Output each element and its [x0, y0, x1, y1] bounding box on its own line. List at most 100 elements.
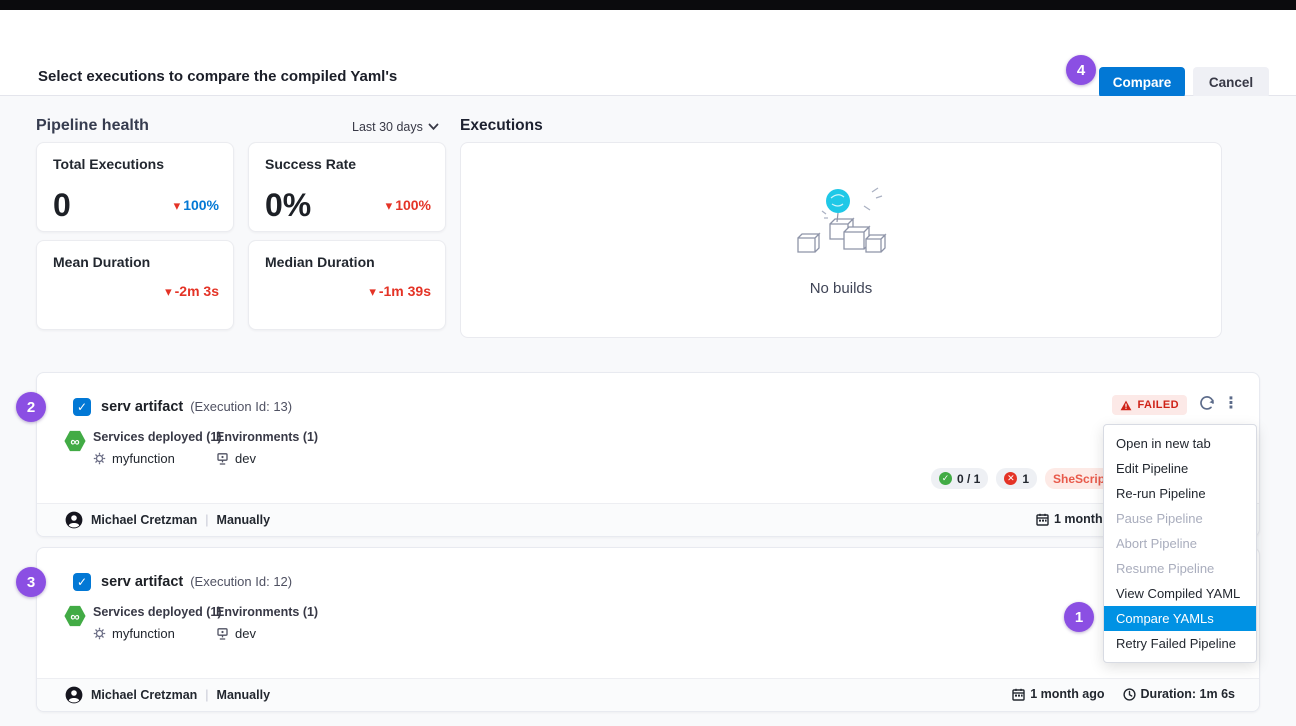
- success-count-pill: ✓ 0 / 1: [931, 468, 988, 489]
- metric-delta-value: 100%: [183, 197, 219, 213]
- check-icon: ✓: [77, 575, 87, 589]
- metric-delta-value: -2m 3s: [175, 283, 219, 299]
- metric-delta-value: -1m 39s: [379, 283, 431, 299]
- top-black-bar: [0, 0, 1296, 10]
- services-deployed-label: Services deployed (1): [93, 430, 222, 444]
- execution-card-13[interactable]: ✓ serv artifact (Execution Id: 13) ∞ Ser…: [36, 372, 1260, 537]
- status-label: FAILED: [1137, 399, 1179, 411]
- avatar: [65, 511, 83, 529]
- check-icon: ✓: [77, 400, 87, 414]
- more-options-icon[interactable]: ⋮: [1223, 392, 1237, 416]
- service-name[interactable]: myfunction: [112, 451, 175, 466]
- execution-time-duration: 1 month ago Duration: 1m 6s: [1012, 687, 1235, 701]
- services-deployed-block: Services deployed (1) myfunction: [93, 430, 222, 466]
- menu-item-abort-pipeline: Abort Pipeline: [1104, 531, 1256, 556]
- metric-card-success-rate: Success Rate 0% ▾ 100%: [248, 142, 446, 232]
- menu-item-resume-pipeline: Resume Pipeline: [1104, 556, 1256, 581]
- environments-label: Environments (1): [216, 605, 318, 619]
- time-label: 1 month ago: [1030, 687, 1104, 701]
- warning-triangle-icon: [1120, 400, 1132, 411]
- duration-label: Duration: 1m 6s: [1141, 687, 1235, 701]
- pipeline-name: serv artifact: [101, 574, 183, 590]
- execution-title[interactable]: serv artifact (Execution Id: 12): [101, 574, 292, 590]
- triangle-down-icon: ▾: [165, 285, 172, 298]
- compare-button[interactable]: Compare: [1099, 67, 1185, 98]
- triangle-down-icon: ▾: [174, 199, 181, 212]
- divider: |: [205, 688, 208, 702]
- trigger-type: Manually: [217, 688, 271, 702]
- metric-value: 0: [53, 189, 71, 221]
- cross-circle-icon: ✕: [1004, 472, 1017, 485]
- metric-card-total-executions: Total Executions 0 ▾ 100%: [36, 142, 234, 232]
- pipeline-name: serv artifact: [101, 399, 183, 415]
- annotation-badge-1: 1: [1064, 602, 1094, 632]
- stage-stats-row: ✓ 0 / 1 ✕ 1 SheScript: [931, 468, 1117, 489]
- execution-checkbox[interactable]: ✓: [73, 573, 91, 591]
- menu-item-pause-pipeline: Pause Pipeline: [1104, 506, 1256, 531]
- metric-delta: ▾ -2m 3s: [165, 283, 219, 299]
- service-name[interactable]: myfunction: [112, 626, 175, 641]
- divider: |: [205, 513, 208, 527]
- metric-delta-value: 100%: [395, 197, 431, 213]
- status-badge-failed: FAILED: [1112, 395, 1187, 415]
- execution-footer: Michael Cretzman | Manually 1 month ago: [37, 503, 1259, 536]
- execution-title[interactable]: serv artifact (Execution Id: 13): [101, 399, 292, 415]
- success-count: 0 / 1: [957, 472, 980, 486]
- no-builds-label: No builds: [810, 280, 873, 297]
- annotation-badge-4: 4: [1066, 55, 1096, 85]
- page-header: Select executions to compare the compile…: [0, 10, 1296, 96]
- executions-empty-panel: No builds: [460, 142, 1222, 338]
- menu-item-edit-pipeline[interactable]: Edit Pipeline: [1104, 456, 1256, 481]
- clock-icon: [1123, 688, 1136, 701]
- context-menu: Open in new tab Edit Pipeline Re-run Pip…: [1103, 424, 1257, 663]
- metric-card-mean-duration: Mean Duration ▾ -2m 3s: [36, 240, 234, 330]
- menu-item-view-compiled-yaml[interactable]: View Compiled YAML: [1104, 581, 1256, 606]
- cancel-button[interactable]: Cancel: [1193, 67, 1269, 98]
- executions-title: Executions: [460, 117, 543, 135]
- page-title: Select executions to compare the compile…: [38, 68, 397, 85]
- services-deployed-label: Services deployed (1): [93, 605, 222, 619]
- calendar-icon: [1036, 513, 1049, 526]
- failed-count: 1: [1022, 472, 1029, 486]
- metric-label: Total Executions: [53, 156, 164, 172]
- execution-id: (Execution Id: 13): [190, 399, 292, 414]
- chevron-down-icon: [428, 123, 439, 131]
- gear-icon: [93, 452, 106, 465]
- menu-item-open-in-new-tab[interactable]: Open in new tab: [1104, 431, 1256, 456]
- metric-label: Success Rate: [265, 156, 356, 172]
- execution-checkbox[interactable]: ✓: [73, 398, 91, 416]
- triangle-down-icon: ▾: [386, 199, 393, 212]
- failed-count-pill: ✕ 1: [996, 468, 1037, 489]
- avatar: [65, 686, 83, 704]
- compare-executions-screen: Select executions to compare the compile…: [0, 0, 1296, 726]
- check-circle-icon: ✓: [939, 472, 952, 485]
- environment-name[interactable]: dev: [235, 626, 256, 641]
- environments-block: Environments (1) dev: [216, 430, 318, 466]
- date-range-label: Last 30 days: [352, 120, 423, 134]
- retry-icon[interactable]: [1197, 393, 1217, 415]
- metric-delta: ▾ 100%: [386, 197, 431, 213]
- environment-icon: [216, 627, 229, 640]
- menu-item-rerun-pipeline[interactable]: Re-run Pipeline: [1104, 481, 1256, 506]
- no-builds-illustration: [786, 184, 896, 268]
- gear-icon: [93, 627, 106, 640]
- menu-item-retry-failed-pipeline[interactable]: Retry Failed Pipeline: [1104, 631, 1256, 656]
- services-deployed-block: Services deployed (1) myfunction: [93, 605, 222, 641]
- execution-footer: Michael Cretzman | Manually 1 month ago …: [37, 678, 1259, 711]
- annotation-badge-3: 3: [16, 567, 46, 597]
- triangle-down-icon: ▾: [369, 285, 376, 298]
- pipeline-health-title: Pipeline health: [36, 117, 149, 135]
- cd-module-icon: ∞: [64, 430, 86, 452]
- environments-block: Environments (1) dev: [216, 605, 318, 641]
- annotation-badge-2: 2: [16, 392, 46, 422]
- environments-label: Environments (1): [216, 430, 318, 444]
- date-range-dropdown[interactable]: Last 30 days: [352, 120, 439, 134]
- metric-label: Median Duration: [265, 254, 375, 270]
- author-name: Michael Cretzman: [91, 513, 197, 527]
- environment-name[interactable]: dev: [235, 451, 256, 466]
- trigger-type: Manually: [217, 513, 271, 527]
- metric-delta: ▾ -1m 39s: [369, 283, 431, 299]
- calendar-icon: [1012, 688, 1025, 701]
- menu-item-compare-yamls[interactable]: Compare YAMLs: [1104, 606, 1256, 631]
- metric-card-median-duration: Median Duration ▾ -1m 39s: [248, 240, 446, 330]
